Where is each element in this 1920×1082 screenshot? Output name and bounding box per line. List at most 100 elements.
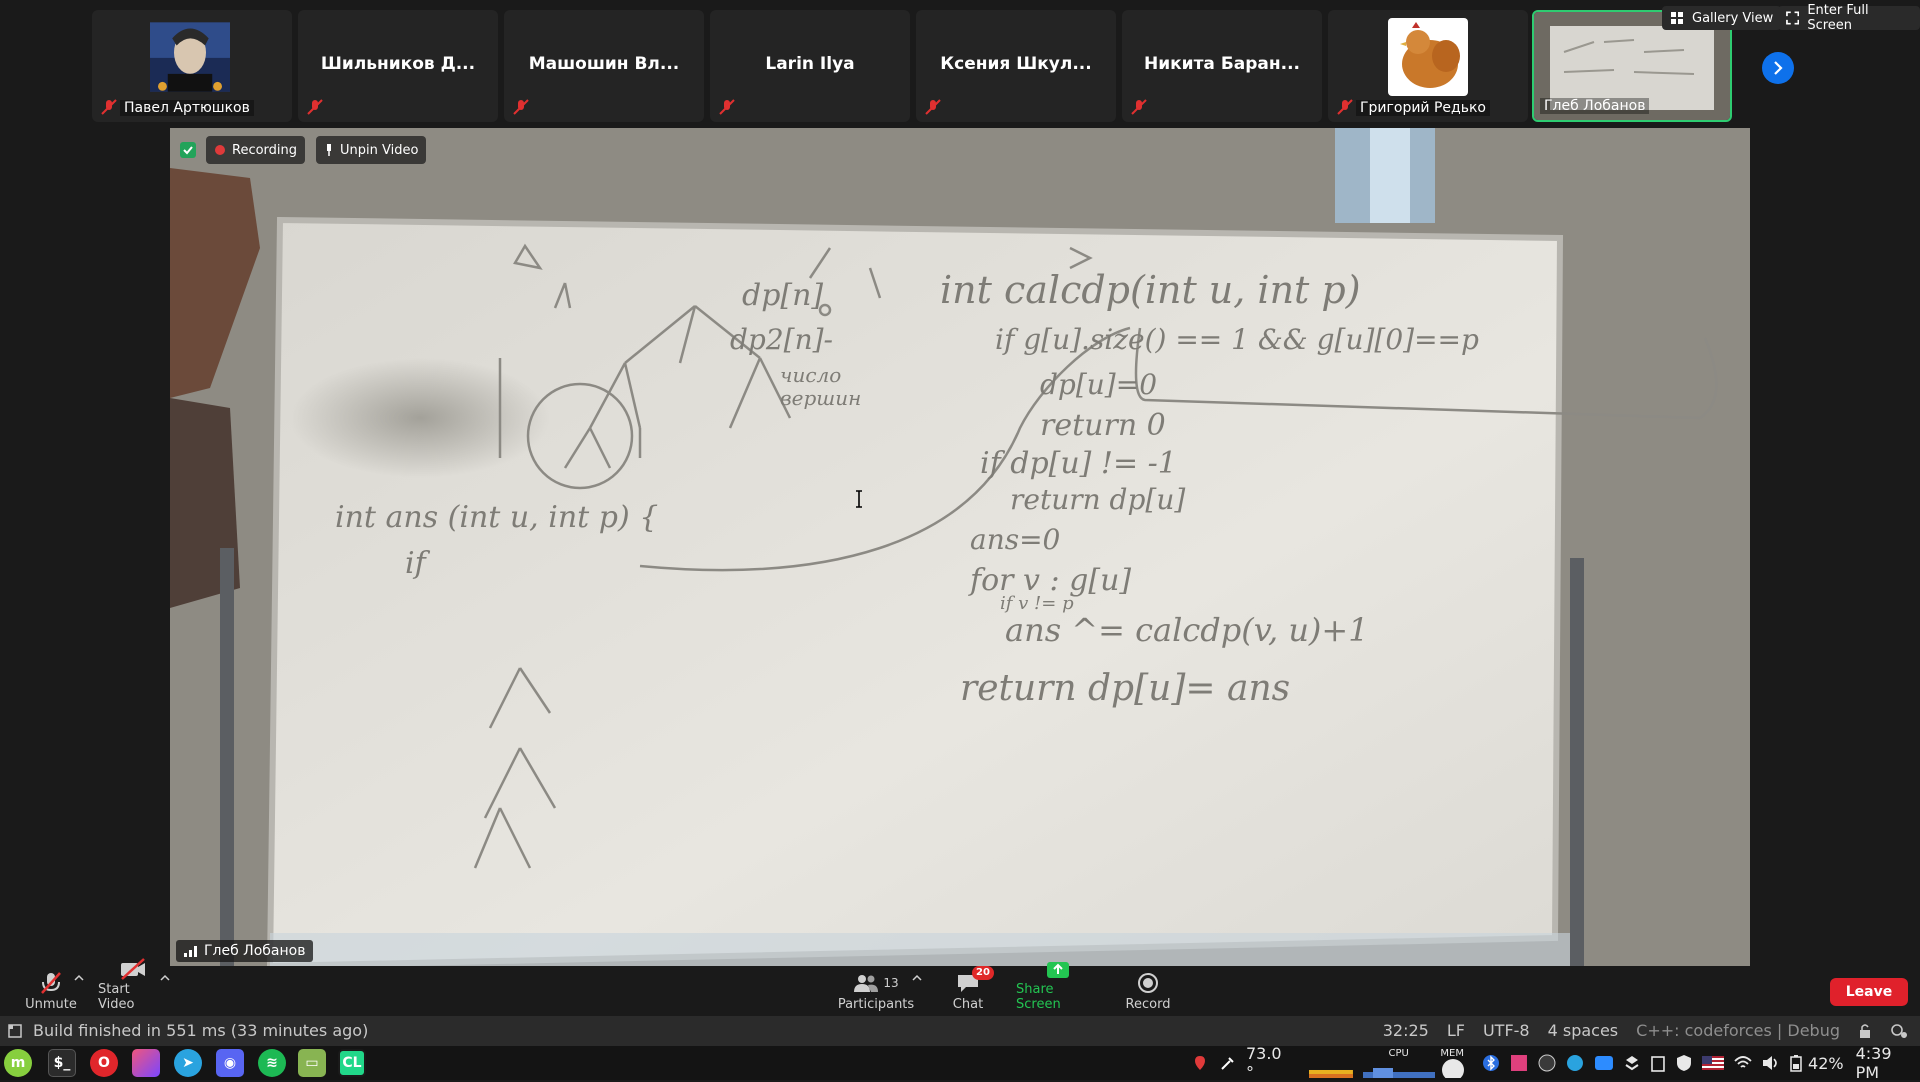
wb-right-l4: if dp[u] != -1	[980, 446, 1177, 481]
temperature-graph-icon	[1308, 1069, 1353, 1078]
chat-badge: 20	[972, 966, 994, 980]
zoom-tray-icon[interactable]	[1594, 1055, 1614, 1071]
participant-avatar	[1388, 18, 1468, 96]
shield-tray-icon[interactable]	[1676, 1054, 1692, 1072]
shield-icon	[180, 142, 196, 158]
participant-tile[interactable]: Никита Баран...	[1122, 10, 1322, 122]
panel-toggle-icon[interactable]	[8, 1024, 22, 1038]
participant-tile[interactable]: Шильников Д...	[298, 10, 498, 122]
build-context[interactable]: C++: codeforces | Debug	[1636, 1021, 1840, 1040]
speaker-name: Глеб Лобанов	[204, 943, 306, 959]
wb-right-l2: dp[u]=0	[1040, 368, 1158, 401]
eyedropper-icon[interactable]	[1220, 1055, 1236, 1071]
fullscreen-icon	[1786, 11, 1800, 25]
participants-label: Participants	[837, 997, 915, 1012]
indent-setting[interactable]: 4 spaces	[1548, 1021, 1619, 1040]
muted-mic-icon	[101, 99, 117, 115]
chevron-up-icon[interactable]	[160, 974, 170, 982]
files-icon[interactable]: ▭	[298, 1049, 326, 1077]
participant-tile[interactable]: Larin Ilya	[710, 10, 910, 122]
mem-graph: MEM	[1438, 1048, 1468, 1078]
leave-button[interactable]: Leave	[1830, 978, 1908, 1006]
wifi-icon[interactable]	[1734, 1055, 1752, 1071]
line-separator[interactable]: LF	[1447, 1021, 1465, 1040]
record-button[interactable]: Record	[1124, 966, 1172, 1016]
next-page-button[interactable]	[1762, 52, 1794, 84]
location-pin-icon[interactable]	[1194, 1055, 1206, 1071]
clock[interactable]: 4:39 PM	[1856, 1044, 1920, 1082]
wb-left-line2: if	[405, 546, 426, 581]
participants-button[interactable]: 13 Participants	[838, 966, 914, 1016]
inspector-icon[interactable]	[1890, 1023, 1908, 1039]
enter-full-screen-label: Enter Full Screen	[1807, 3, 1869, 33]
participant-tile[interactable]: Павел Артюшков	[92, 10, 292, 122]
jetbrains-toolbox-icon[interactable]	[132, 1049, 160, 1077]
text-cursor-icon	[856, 490, 862, 508]
discord-icon[interactable]: ◉	[216, 1049, 244, 1077]
participant-avatar	[150, 22, 230, 92]
participant-tile[interactable]: Ксения Шкул...	[916, 10, 1116, 122]
opera-icon[interactable]: O	[90, 1049, 118, 1077]
wb-mid-dp1: dp[n]	[742, 278, 824, 313]
start-video-button[interactable]: Start Video	[98, 958, 168, 1016]
build-status[interactable]: Build finished in 551 ms (33 minutes ago…	[33, 1021, 368, 1040]
file-encoding[interactable]: UTF-8	[1483, 1021, 1530, 1040]
mint-menu-icon[interactable]: m	[4, 1049, 32, 1077]
participant-tile[interactable]: Григорий Редько	[1328, 10, 1528, 122]
wb-right-l5: return dp[u]	[1010, 483, 1186, 516]
recording-dot-icon	[215, 145, 225, 155]
dropbox-icon[interactable]	[1624, 1054, 1640, 1072]
gallery-view-button[interactable]: Gallery View	[1662, 6, 1782, 30]
wb-left-line1: int ans (int u, int p) {	[335, 500, 659, 535]
chat-button[interactable]: Chat 20	[950, 966, 994, 1016]
cursor-position[interactable]: 32:25	[1383, 1021, 1429, 1040]
recording-indicator[interactable]: Recording	[206, 136, 306, 164]
participant-tile[interactable]: Машошин Вл...	[504, 10, 704, 122]
share-screen-button[interactable]: Share Screen	[1016, 962, 1100, 1016]
participant-name: Павел Артюшков	[120, 100, 254, 116]
volume-icon[interactable]	[1762, 1055, 1780, 1071]
unpin-video-label: Unpin Video	[340, 142, 419, 158]
us-flag-icon[interactable]	[1702, 1056, 1725, 1070]
recording-label: Recording	[232, 142, 298, 158]
cpu-graph: CPU	[1362, 1048, 1435, 1078]
battery-icon[interactable]	[1790, 1054, 1802, 1072]
clipboard-icon[interactable]	[1650, 1054, 1666, 1072]
enter-full-screen-button[interactable]: Enter Full Screen	[1778, 3, 1920, 33]
muted-mic-icon	[719, 99, 735, 115]
muted-mic-icon	[41, 972, 61, 994]
participant-name: Машошин Вл...	[528, 54, 680, 74]
record-icon	[1138, 973, 1158, 993]
unpin-video-button[interactable]: Unpin Video	[316, 136, 427, 164]
wb-right-l6: ans=0	[970, 523, 1061, 556]
chevron-up-icon[interactable]	[74, 974, 84, 982]
telegram-icon[interactable]: ➤	[174, 1049, 202, 1077]
clion-icon[interactable]: CL	[338, 1049, 366, 1077]
wb-mid-note2: вершин	[780, 386, 862, 410]
bluetooth-icon[interactable]	[1482, 1054, 1500, 1072]
spotify-icon[interactable]: ≋	[258, 1049, 286, 1077]
encryption-shield[interactable]	[174, 136, 202, 164]
chevron-up-icon[interactable]	[912, 974, 922, 982]
participant-name: Larin Ilya	[765, 54, 855, 74]
start-video-label: Start Video	[98, 982, 135, 1012]
pin-icon	[327, 144, 331, 156]
participant-name: Ксения Шкул...	[940, 54, 1092, 74]
whiteboard-text: int ans (int u, int p) { if dp[n] dp2[n]…	[170, 128, 1750, 966]
terminal-icon[interactable]: $_	[48, 1049, 76, 1077]
lock-icon[interactable]	[1858, 1023, 1872, 1039]
signal-bars-icon	[184, 946, 197, 957]
main-video[interactable]: int ans (int u, int p) { if dp[n] dp2[n]…	[170, 128, 1750, 966]
wb-right-l8: ans ^= calcdp(v, u)+1	[1005, 611, 1369, 649]
wb-right-header: int calcdp(int u, int p)	[940, 268, 1361, 312]
mem-graph-icon	[1442, 1059, 1465, 1078]
share-screen-icon	[1047, 962, 1069, 978]
os-taskbar: m $_ O ➤ ◉ ≋ ▭ CL 73.0 ° CPU MEM 42% 4:3…	[0, 1044, 1920, 1082]
record-label: Record	[1125, 997, 1171, 1012]
jetbrains-tray-icon[interactable]	[1510, 1054, 1528, 1072]
steam-icon[interactable]	[1538, 1054, 1556, 1072]
participants-count: 13	[883, 976, 899, 990]
unmute-button[interactable]: Unmute	[22, 966, 80, 1016]
gallery-view-label: Gallery View	[1692, 10, 1774, 26]
telegram-tray-icon[interactable]	[1566, 1054, 1584, 1072]
